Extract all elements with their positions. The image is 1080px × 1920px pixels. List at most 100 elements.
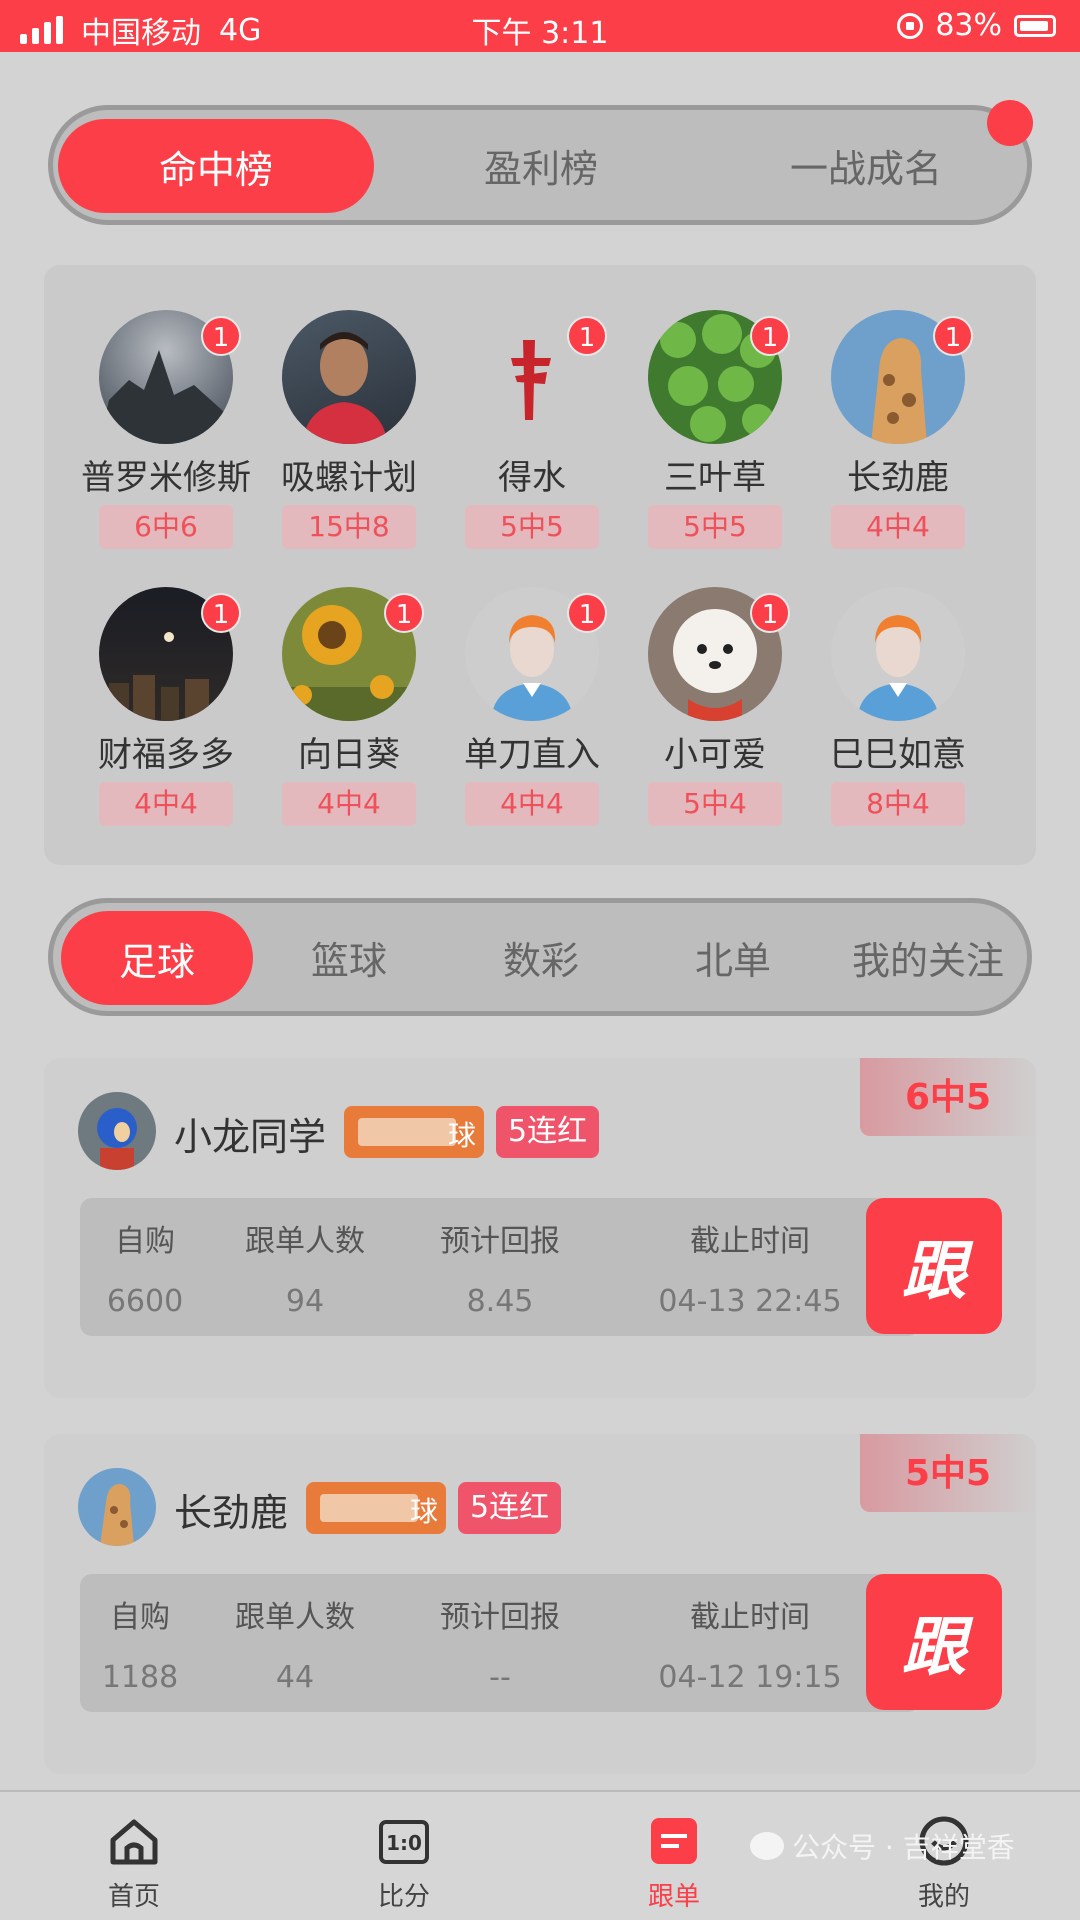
nav-home[interactable]: 首页 <box>34 1792 234 1913</box>
leader-name: 长劲鹿 <box>847 458 949 498</box>
leader-item[interactable]: 1 向日葵 4中4 <box>257 587 441 826</box>
hit-record: 4中4 <box>99 782 233 826</box>
streak-tag: 5连红 <box>496 1106 600 1158</box>
message-badge: 1 <box>201 316 241 356</box>
leader-name: 吸螺计划 <box>281 458 417 498</box>
tipster-name: 小龙同学 <box>174 1115 327 1159</box>
level-tag: 球 <box>344 1106 484 1158</box>
order-info: 自购 6600 跟单人数 94 预计回报 8.45 截止时间 04-13 22:… <box>80 1198 920 1336</box>
rotation-lock-icon <box>897 12 924 39</box>
sport-tab-bar: 足球 篮球 数彩 北单 我的关注 <box>48 898 1032 1016</box>
message-badge: 1 <box>933 316 973 356</box>
deadline-header: 截止时间 <box>690 1224 810 1259</box>
tab-my-follows[interactable]: 我的关注 <box>829 903 1027 1011</box>
tab-hit-ranking[interactable]: 命中榜 <box>58 119 374 213</box>
nav-label: 首页 <box>107 1882 160 1912</box>
hit-record: 8中4 <box>831 782 965 826</box>
avatar <box>282 310 416 444</box>
followers-value: 44 <box>275 1660 315 1695</box>
svg-text:1:0: 1:0 <box>386 1831 422 1855</box>
order-info: 自购 1188 跟单人数 44 预计回报 -- 截止时间 04-12 19:15 <box>80 1574 920 1712</box>
self-buy-value: 6600 <box>106 1284 184 1319</box>
status-bar: 中国移动 4G 下午 3:11 83% <box>0 0 1080 52</box>
tab-football[interactable]: 足球 <box>61 911 253 1005</box>
leader-item[interactable]: 1 财福多多 4中4 <box>74 587 258 826</box>
leader-name: 得水 <box>498 458 566 498</box>
leader-name: 普罗米修斯 <box>81 458 251 498</box>
expected-return-value: -- <box>489 1660 511 1695</box>
record-ribbon: 6中5 <box>860 1058 1036 1136</box>
watermark: 公众号 · 吉祥堂香 <box>750 1826 1015 1866</box>
follow-button[interactable]: 跟 <box>866 1198 1002 1334</box>
leader-item[interactable]: 吸螺计划 15中8 <box>257 310 441 549</box>
nav-label: 跟单 <box>647 1882 700 1912</box>
tab-lottery[interactable]: 数彩 <box>445 903 637 1011</box>
message-badge: 1 <box>750 593 790 633</box>
expected-return-header: 预计回报 <box>440 1600 560 1635</box>
leader-item[interactable]: 1 单刀直入 4中4 <box>440 587 624 826</box>
nav-label: 我的 <box>917 1882 970 1912</box>
message-badge: 1 <box>201 593 241 633</box>
follow-order-icon <box>647 1814 701 1868</box>
hit-record: 4中4 <box>465 782 599 826</box>
nav-follow-order[interactable]: 跟单 <box>574 1792 774 1913</box>
self-buy-value: 1188 <box>101 1660 179 1695</box>
leader-name: 三叶草 <box>664 458 766 498</box>
notification-dot <box>987 100 1033 146</box>
nav-label: 比分 <box>377 1882 430 1912</box>
deadline-header: 截止时间 <box>690 1600 810 1635</box>
tipster-name: 长劲鹿 <box>174 1491 289 1535</box>
level-tag: 球 <box>306 1482 446 1534</box>
nav-score[interactable]: 1:0 比分 <box>304 1792 504 1913</box>
hit-record: 5中5 <box>465 505 599 549</box>
leader-name: 单刀直入 <box>464 735 600 775</box>
followers-value: 94 <box>285 1284 325 1319</box>
rank-tab-bar: 命中榜 盈利榜 一战成名 <box>48 100 1033 225</box>
leaderboard-panel: 1 普罗米修斯 6中6 吸螺计划 15中8 1 得水 5中5 1 三叶草 5中5… <box>44 265 1036 865</box>
follow-card[interactable]: 长劲鹿 球 5连红 5中5 自购 1188 跟单人数 44 预计回报 -- 截止… <box>44 1434 1036 1774</box>
tab-basketball[interactable]: 篮球 <box>253 903 445 1011</box>
hit-record: 15中8 <box>282 505 416 549</box>
expected-return-header: 预计回报 <box>440 1224 560 1259</box>
expected-return-value: 8.45 <box>466 1284 534 1319</box>
record-ribbon: 5中5 <box>860 1434 1036 1512</box>
avatar <box>78 1468 156 1546</box>
self-buy-header: 自购 <box>110 1600 170 1635</box>
hit-record: 5中4 <box>648 782 782 826</box>
message-badge: 1 <box>567 316 607 356</box>
follow-button[interactable]: 跟 <box>866 1574 1002 1710</box>
streak-tag: 5连红 <box>458 1482 562 1534</box>
avatar <box>78 1092 156 1170</box>
leader-name: 小可爱 <box>664 735 766 775</box>
message-badge: 1 <box>567 593 607 633</box>
leader-item[interactable]: 1 长劲鹿 4中4 <box>806 310 990 549</box>
tab-one-battle-fame[interactable]: 一战成名 <box>708 110 1024 220</box>
hit-record: 6中6 <box>99 505 233 549</box>
leader-name: 财福多多 <box>98 735 234 775</box>
hit-record: 4中4 <box>282 782 416 826</box>
self-buy-header: 自购 <box>115 1224 175 1259</box>
followers-header: 跟单人数 <box>235 1600 355 1635</box>
battery-percent: 83% <box>935 8 1002 43</box>
wechat-icon <box>750 1832 784 1860</box>
follow-card[interactable]: 小龙同学 球 5连红 6中5 自购 6600 跟单人数 94 预计回报 8.45… <box>44 1058 1036 1398</box>
hit-record: 5中5 <box>648 505 782 549</box>
tab-profit-ranking[interactable]: 盈利榜 <box>383 110 699 220</box>
home-icon <box>107 1814 161 1868</box>
leader-item[interactable]: 1 普罗米修斯 6中6 <box>74 310 258 549</box>
battery-icon <box>1014 14 1056 37</box>
avatar <box>831 587 965 721</box>
message-badge: 1 <box>384 593 424 633</box>
leader-item[interactable]: 巳巳如意 8中4 <box>806 587 990 826</box>
deadline-value: 04-13 22:45 <box>658 1284 842 1319</box>
deadline-value: 04-12 19:15 <box>658 1660 842 1695</box>
message-badge: 1 <box>750 316 790 356</box>
leader-item[interactable]: 1 小可爱 5中4 <box>623 587 807 826</box>
scoreboard-icon: 1:0 <box>377 1814 431 1868</box>
followers-header: 跟单人数 <box>245 1224 365 1259</box>
hit-record: 4中4 <box>831 505 965 549</box>
leader-item[interactable]: 1 得水 5中5 <box>440 310 624 549</box>
tab-beidan[interactable]: 北单 <box>637 903 829 1011</box>
leader-item[interactable]: 1 三叶草 5中5 <box>623 310 807 549</box>
leader-name: 向日葵 <box>298 735 400 775</box>
